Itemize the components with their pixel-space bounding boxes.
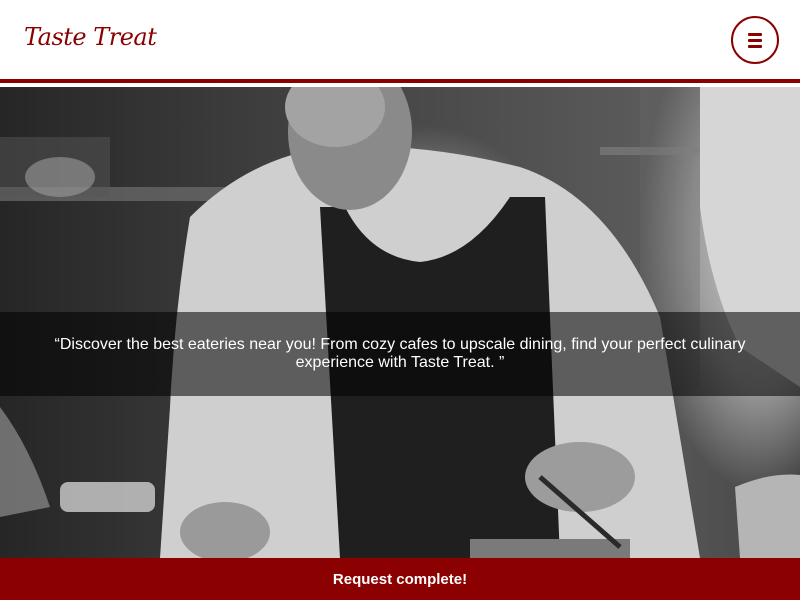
- toast-message: Request complete!: [332, 570, 468, 588]
- hero-section: “Discover the best eateries near you! Fr…: [0, 87, 800, 558]
- status-toast: Request complete!: [0, 558, 800, 600]
- hero-quote: “Discover the best eateries near you! Fr…: [54, 336, 746, 371]
- site-header: Taste Treat: [0, 0, 800, 83]
- menu-button[interactable]: [731, 16, 779, 64]
- hamburger-icon: [748, 32, 762, 48]
- logo[interactable]: Taste Treat: [24, 23, 157, 51]
- quote-banner: “Discover the best eateries near you! Fr…: [0, 312, 800, 396]
